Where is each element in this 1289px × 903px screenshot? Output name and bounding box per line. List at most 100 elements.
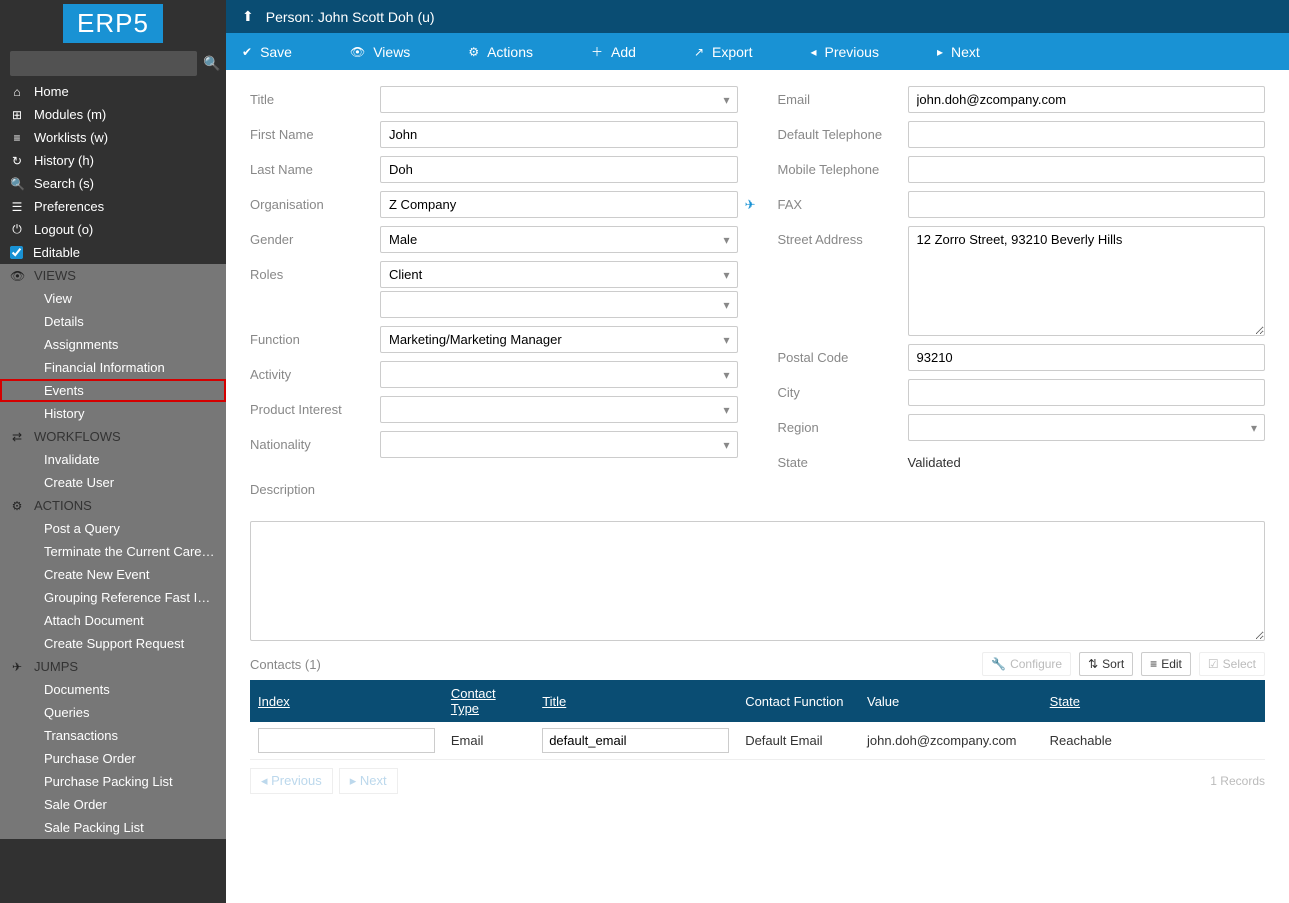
search-icon: 🔍 — [10, 177, 24, 191]
fax-input[interactable] — [908, 191, 1266, 218]
plane-icon[interactable]: ✈ — [745, 197, 756, 213]
section-item-sale-order[interactable]: Sale Order — [0, 793, 226, 816]
sort-button[interactable]: ⇅Sort — [1079, 652, 1133, 676]
section-item-events[interactable]: Events — [0, 379, 226, 402]
section-item-assignments[interactable]: Assignments — [0, 333, 226, 356]
section-item-details[interactable]: Details — [0, 310, 226, 333]
contacts-prev-button[interactable]: ◂ Previous — [250, 768, 333, 794]
cogs-icon: ⚙ — [10, 499, 24, 513]
nav-item-search-s-[interactable]: 🔍Search (s) — [0, 172, 226, 195]
col-contact-function[interactable]: Contact Function — [737, 680, 859, 722]
section-item-purchase-packing-list[interactable]: Purchase Packing List — [0, 770, 226, 793]
nav-item-modules-m-[interactable]: ⊞ Modules (m) — [0, 103, 226, 126]
section-jumps: ✈JUMPS — [0, 655, 226, 678]
gender-select[interactable] — [380, 226, 738, 253]
back-icon[interactable]: ⬆ — [242, 8, 254, 25]
section-item-financial-information[interactable]: Financial Information — [0, 356, 226, 379]
nav-item-home[interactable]: ⌂Home — [0, 80, 226, 103]
section-item-attach-document[interactable]: Attach Document — [0, 609, 226, 632]
col-title[interactable]: Title — [534, 680, 737, 722]
configure-button[interactable]: 🔧Configure — [982, 652, 1071, 676]
last-name-label: Last Name — [250, 156, 380, 177]
cogs-icon: ⚙ — [468, 45, 479, 59]
function-label: Function — [250, 326, 380, 347]
email-label: Email — [778, 86, 908, 107]
nationality-select[interactable] — [380, 431, 738, 458]
section-item-purchase-order[interactable]: Purchase Order — [0, 747, 226, 770]
section-item-history[interactable]: History — [0, 402, 226, 425]
section-item-create-user[interactable]: Create User — [0, 471, 226, 494]
fax-label: FAX — [778, 191, 908, 212]
organisation-input[interactable] — [380, 191, 738, 218]
toolbar-save-button[interactable]: ✔Save — [242, 33, 320, 70]
nav-item-history-h-[interactable]: ↻History (h) — [0, 149, 226, 172]
section-item-post-a-query[interactable]: Post a Query — [0, 517, 226, 540]
puzzle-icon: ⊞ — [10, 108, 24, 122]
street-address-input[interactable]: 12 Zorro Street, 93210 Beverly Hills — [908, 226, 1266, 336]
contacts-next-button[interactable]: ▸ Next — [339, 768, 398, 794]
toolbar-add-button[interactable]: ＋Add — [591, 33, 664, 70]
nav-item-label: Modules (m) — [34, 107, 106, 122]
table-row[interactable]: EmailDefault Emailjohn.doh@zcompany.comR… — [250, 722, 1265, 760]
eye-icon: 👁 — [10, 269, 24, 283]
section-item-grouping-reference-fast-input[interactable]: Grouping Reference Fast Input — [0, 586, 226, 609]
toolbar-next-button[interactable]: ▸Next — [937, 33, 1008, 70]
section-item-transactions[interactable]: Transactions — [0, 724, 226, 747]
col-index[interactable]: Index — [250, 680, 443, 722]
toolbar-views-button[interactable]: 👁Views — [350, 33, 438, 70]
toolbar-actions-button[interactable]: ⚙Actions — [468, 33, 561, 70]
section-item-documents[interactable]: Documents — [0, 678, 226, 701]
col-state[interactable]: State — [1042, 680, 1265, 722]
contacts-title: Contacts (1) — [250, 657, 321, 672]
col-value[interactable]: Value — [859, 680, 1042, 722]
title-select[interactable] — [380, 86, 738, 113]
section-item-invalidate[interactable]: Invalidate — [0, 448, 226, 471]
edit-button[interactable]: ≡Edit — [1141, 652, 1191, 676]
mobile-telephone-input[interactable] — [908, 156, 1266, 183]
nav-item-logout-o-[interactable]: ⏻Logout (o) — [0, 218, 226, 241]
default-telephone-input[interactable] — [908, 121, 1266, 148]
description-input[interactable] — [250, 521, 1265, 641]
section-item-create-new-event[interactable]: Create New Event — [0, 563, 226, 586]
nav-item-editable[interactable]: Editable — [0, 241, 226, 264]
city-label: City — [778, 379, 908, 400]
description-label: Description — [250, 476, 380, 497]
activity-select[interactable] — [380, 361, 738, 388]
app-logo[interactable]: ERP5 — [63, 4, 163, 43]
nav-item-preferences[interactable]: ☰Preferences — [0, 195, 226, 218]
region-select[interactable] — [908, 414, 1266, 441]
wrench-icon: 🔧 — [991, 657, 1006, 671]
editable-checkbox[interactable] — [10, 246, 23, 259]
sidebar-search-input[interactable] — [10, 51, 197, 76]
row-index-input[interactable] — [258, 728, 435, 753]
row-title-input[interactable] — [542, 728, 729, 753]
check-icon: ☑ — [1208, 657, 1219, 671]
toolbar: ✔Save 👁Views ⚙Actions ＋Add ↗Export ◂Previous ▸… — [226, 33, 1289, 70]
section-item-create-support-request[interactable]: Create Support Request — [0, 632, 226, 655]
section-item-queries[interactable]: Queries — [0, 701, 226, 724]
search-icon[interactable]: 🔍 — [203, 55, 220, 72]
first-name-label: First Name — [250, 121, 380, 142]
section-item-sale-packing-list[interactable]: Sale Packing List — [0, 816, 226, 839]
share-icon: ↗ — [694, 45, 704, 59]
first-name-input[interactable] — [380, 121, 738, 148]
toolbar-export-button[interactable]: ↗Export — [694, 33, 781, 70]
roles-select-2[interactable] — [380, 291, 738, 318]
email-input[interactable] — [908, 86, 1266, 113]
check-icon: ✔ — [242, 45, 252, 59]
city-input[interactable] — [908, 379, 1266, 406]
postal-code-input[interactable] — [908, 344, 1266, 371]
product-interest-select[interactable] — [380, 396, 738, 423]
toolbar-previous-button[interactable]: ◂Previous — [810, 33, 907, 70]
section-item-terminate-the-current-career-[interactable]: Terminate the Current Career… — [0, 540, 226, 563]
section-item-view[interactable]: View — [0, 287, 226, 310]
nav-item-worklists-w-[interactable]: ≡Worklists (w) — [0, 126, 226, 149]
last-name-input[interactable] — [380, 156, 738, 183]
col-contact-type[interactable]: Contact Type — [443, 680, 534, 722]
organisation-label: Organisation — [250, 191, 380, 212]
postal-label: Postal Code — [778, 344, 908, 365]
select-button[interactable]: ☑Select — [1199, 652, 1265, 676]
roles-select-1[interactable] — [380, 261, 738, 288]
function-select[interactable] — [380, 326, 738, 353]
breadcrumb-text: Person: John Scott Doh (u) — [266, 9, 435, 25]
